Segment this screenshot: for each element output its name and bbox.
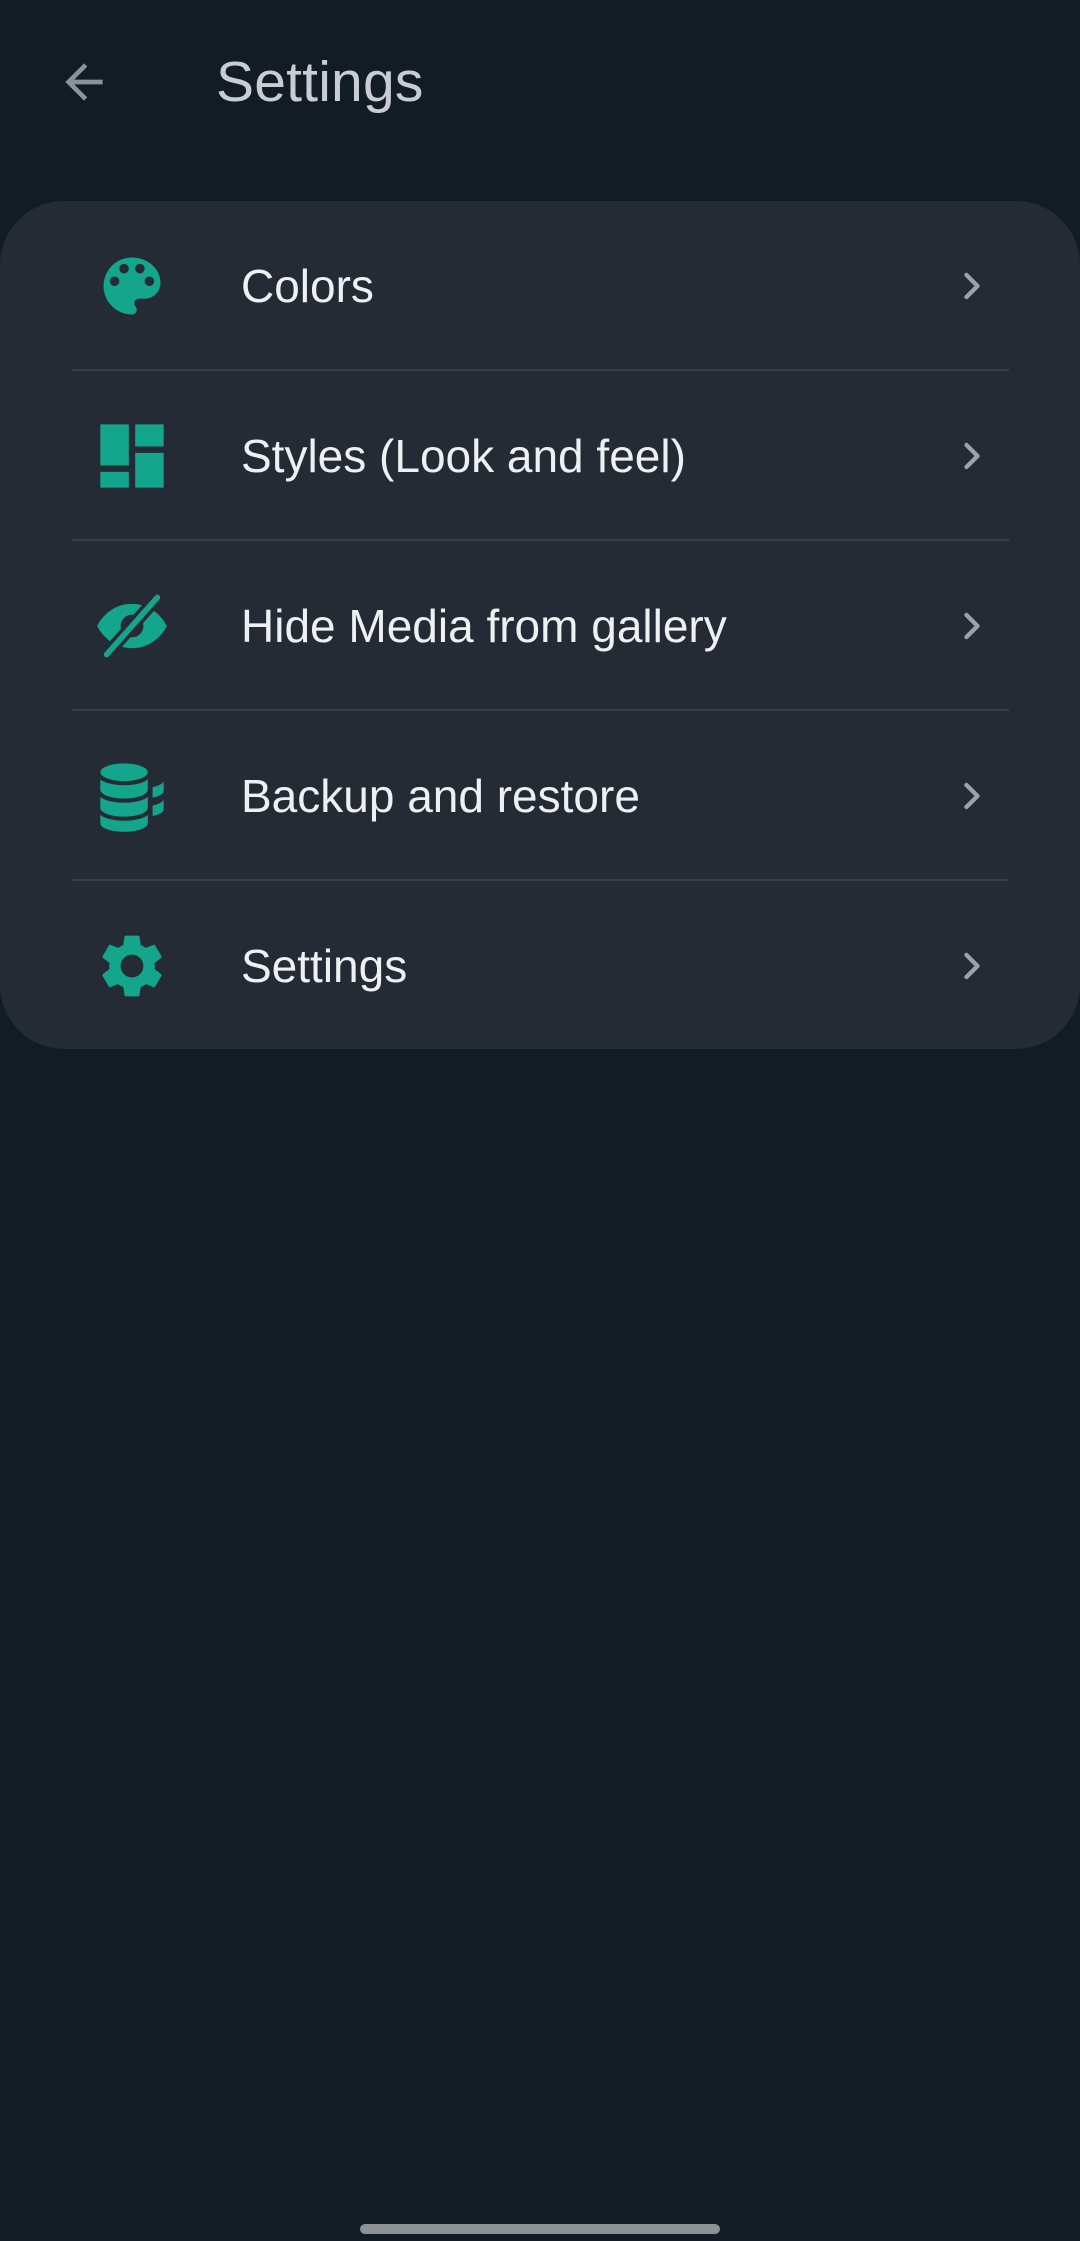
- eye-off-icon: [94, 588, 170, 664]
- menu-item-styles[interactable]: Styles (Look and feel): [0, 371, 1080, 541]
- arrow-back-icon: [65, 63, 103, 101]
- page-title: Settings: [216, 50, 424, 114]
- menu-item-label: Hide Media from gallery: [241, 600, 727, 652]
- settings-screen: Settings Colors Styles (Look and feel) H…: [0, 0, 1080, 2241]
- database-icon: [94, 758, 170, 834]
- palette-icon: [94, 248, 170, 324]
- chevron-right-icon: [950, 774, 994, 818]
- back-button[interactable]: [34, 32, 134, 132]
- menu-item-settings[interactable]: Settings: [0, 881, 1080, 1051]
- chevron-right-icon: [950, 264, 994, 308]
- menu-item-backup-restore[interactable]: Backup and restore: [0, 711, 1080, 881]
- menu-item-label: Styles (Look and feel): [241, 430, 686, 482]
- gear-icon: [94, 928, 170, 1004]
- menu-item-label: Settings: [241, 940, 408, 992]
- menu-item-hide-media[interactable]: Hide Media from gallery: [0, 541, 1080, 711]
- dashboard-layout-icon: [94, 418, 170, 494]
- chevron-right-icon: [950, 434, 994, 478]
- chevron-right-icon: [950, 944, 994, 988]
- home-indicator[interactable]: [360, 2224, 720, 2234]
- app-bar: Settings: [0, 0, 1080, 170]
- menu-item-label: Backup and restore: [241, 770, 640, 822]
- chevron-right-icon: [950, 604, 994, 648]
- menu-item-label: Colors: [241, 260, 374, 312]
- settings-menu-card: Colors Styles (Look and feel) Hide Media…: [0, 201, 1080, 1049]
- menu-item-colors[interactable]: Colors: [0, 201, 1080, 371]
